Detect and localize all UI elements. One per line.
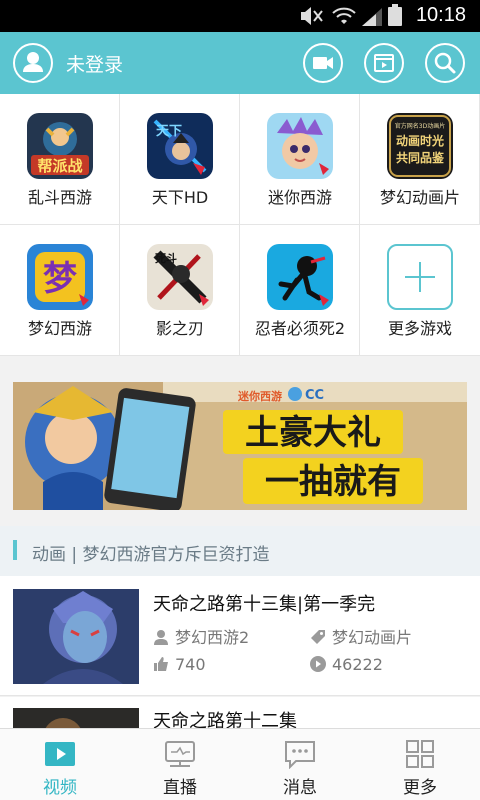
thumbs-up-icon	[154, 657, 168, 671]
game-name: 影之刃	[155, 319, 204, 338]
video-author: 梦幻西游2	[153, 624, 249, 648]
login-status[interactable]: 未登录	[66, 50, 123, 77]
chat-bubble-icon	[285, 741, 315, 769]
game-item-more[interactable]: 更多游戏	[360, 225, 480, 356]
donghua-icon-small-text: 官方网名3D动画片	[395, 122, 445, 130]
donghua-icon-text: 动画时光共同品鉴	[395, 134, 444, 165]
user-icon	[23, 52, 43, 72]
game-name: 乱斗西游	[27, 188, 92, 207]
user-icon	[154, 630, 168, 645]
camera-button[interactable]	[303, 43, 343, 83]
bottom-tab-bar: 视频 直播 消息 更多	[0, 728, 480, 800]
banner-line1: 土豪大礼	[245, 413, 381, 453]
luandou-icon-text: 帮派战	[37, 157, 82, 175]
game-item-tianxia[interactable]: 天下 天下HD	[120, 94, 240, 225]
tab-label: 直播	[163, 778, 197, 798]
top-header: 未登录	[0, 32, 480, 94]
menghuan-game-icon: 梦	[27, 244, 93, 310]
yingzhiren-game-icon: 死斗	[147, 244, 213, 310]
tab-messages[interactable]: 消息	[240, 729, 360, 800]
author-name: 梦幻西游2	[175, 628, 250, 647]
banner-cc: CC	[305, 388, 324, 403]
section-accent-bar	[13, 540, 17, 560]
game-item-mini[interactable]: 迷你西游	[240, 94, 360, 225]
video-title: 天命之路第十二集	[153, 711, 297, 728]
video-list-item[interactable]: 天命之路第十三集|第一季完 梦幻西游2 梦幻动画片 740 46222	[0, 576, 480, 696]
tab-label: 视频	[43, 778, 77, 798]
like-count: 740	[175, 655, 206, 674]
game-item-donghua[interactable]: 官方网名3D动画片 动画时光共同品鉴 梦幻动画片	[360, 94, 480, 225]
tab-live[interactable]: 直播	[120, 729, 240, 800]
plus-icon	[387, 244, 453, 310]
game-item-menghuan[interactable]: 梦 梦幻西游	[0, 225, 120, 356]
banner-tag: 迷你西游	[237, 389, 282, 403]
wifi-icon	[332, 7, 356, 24]
tianxia-game-icon: 天下	[147, 113, 213, 179]
tag-icon	[311, 630, 325, 644]
video-likes: 740	[153, 655, 206, 674]
promo-banner[interactable]: 迷你西游 CC 土豪大礼 一抽就有	[13, 382, 467, 510]
video-camera-icon	[313, 57, 333, 69]
banner-line2: 一抽就有	[265, 462, 401, 502]
game-name: 梦幻西游	[27, 319, 92, 338]
video-thumbnail	[13, 708, 139, 728]
section-title: 动画 | 梦幻西游官方斥巨资打造	[32, 545, 270, 565]
status-bar: 10:18	[0, 0, 480, 32]
games-grid: 帮派战 乱斗西游 天下 天下HD 迷你西游 官方网名3D动画片 动画时光共同品鉴…	[0, 94, 480, 356]
grid-icon	[406, 740, 434, 768]
game-name: 梦幻动画片	[379, 188, 460, 207]
search-button[interactable]	[425, 43, 465, 83]
play-icon	[310, 656, 326, 672]
tab-video[interactable]: 视频	[0, 729, 120, 800]
tab-more[interactable]: 更多	[360, 729, 480, 800]
user-avatar-button[interactable]	[13, 43, 53, 83]
game-item-luandou[interactable]: 帮派战 乱斗西游	[0, 94, 120, 225]
mute-icon	[301, 7, 323, 25]
signal-icon	[362, 8, 382, 26]
menghuan-icon-text: 梦	[43, 259, 77, 299]
play-list-button[interactable]	[364, 43, 404, 83]
tab-label: 消息	[283, 778, 317, 798]
play-count: 46222	[332, 655, 383, 674]
category-name: 梦幻动画片	[332, 628, 413, 647]
video-play-icon	[45, 742, 75, 766]
video-plays: 46222	[310, 655, 383, 674]
renzhe-game-icon	[267, 244, 333, 310]
video-title: 天命之路第十三集|第一季完	[153, 594, 376, 615]
game-name: 迷你西游	[267, 188, 332, 207]
video-list-icon	[374, 54, 394, 72]
tv-icon	[165, 741, 195, 767]
banner-art: 迷你西游 CC 土豪大礼 一抽就有	[13, 382, 467, 510]
game-name: 忍者必须死2	[254, 319, 346, 338]
section-header: 动画 | 梦幻西游官方斥巨资打造	[0, 526, 480, 576]
game-item-yingzhiren[interactable]: 死斗 影之刃	[120, 225, 240, 356]
tab-label: 更多	[403, 778, 437, 798]
video-thumbnail	[13, 589, 139, 684]
video-category: 梦幻动画片	[310, 624, 412, 648]
tianxia-icon-text: 天下	[156, 124, 182, 139]
luandou-game-icon: 帮派战	[27, 113, 93, 179]
yingzhiren-icon-text: 死斗	[155, 252, 177, 265]
game-item-renzhe[interactable]: 忍者必须死2	[240, 225, 360, 356]
mini-xiyou-game-icon	[267, 113, 333, 179]
battery-icon	[388, 4, 402, 26]
video-list-item[interactable]: 天命之路第十二集	[0, 697, 480, 728]
game-name: 天下HD	[151, 188, 209, 207]
search-icon	[434, 52, 456, 74]
donghua-game-icon: 官方网名3D动画片 动画时光共同品鉴	[387, 113, 453, 179]
clock: 10:18	[415, 4, 466, 26]
game-name: 更多游戏	[387, 319, 452, 338]
